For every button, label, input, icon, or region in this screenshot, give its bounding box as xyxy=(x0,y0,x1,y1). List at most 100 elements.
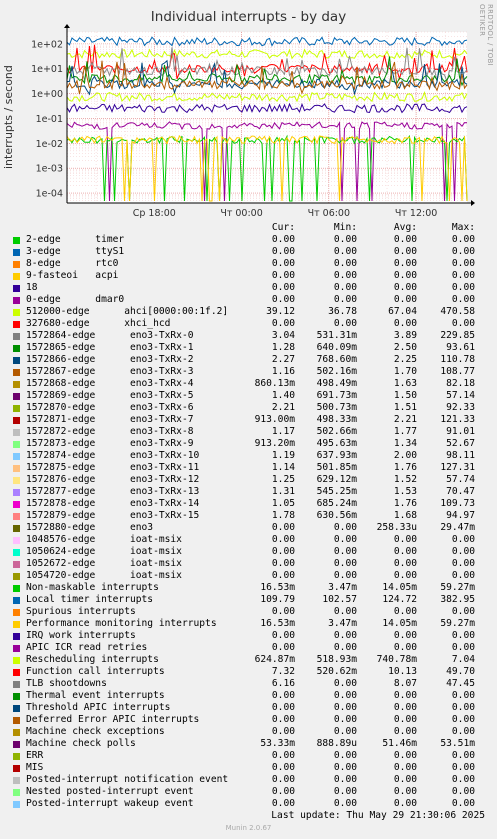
legend-swatch xyxy=(13,741,20,748)
legend-label: Thermal event interrupts xyxy=(26,690,165,701)
legend-label: Local timer interrupts xyxy=(26,594,154,605)
legend-row: 1572878-edge eno3-TxRx-14 1.05 685.24m 1.76… xyxy=(0,498,497,510)
legend-label: 2-edge timer xyxy=(26,234,125,245)
legend-row: 8-edge rtc0 0.00 0.00 0.00 0.00 xyxy=(0,258,497,270)
y-tick-label: 1e-02 xyxy=(36,139,63,150)
legend-row: 18 0.00 0.00 0.00 0.00 xyxy=(0,282,497,294)
legend-row: Rescheduling interrupts 624.87m 518.93m 740… xyxy=(0,654,497,666)
legend-max-value: 29.47m xyxy=(440,522,475,533)
legend-swatch xyxy=(13,801,20,808)
legend-label: 1052672-edge ioat-msix xyxy=(26,558,182,569)
legend-row: Spurious interrupts 0.00 0.00 0.00 0.00 xyxy=(0,606,497,618)
legend-label: 1572866-edge eno3-TxRx-2 xyxy=(26,354,194,365)
legend-swatch xyxy=(13,657,20,664)
legend-cur-value: 0.00 xyxy=(271,750,295,761)
legend-label: Performance monitoring interrupts xyxy=(26,618,217,629)
legend-row: 1572864-edge eno3-TxRx-0 3.04 531.31m 3.89 2… xyxy=(0,330,497,342)
legend-max-value: 49.70 xyxy=(446,666,475,677)
legend-label: 8-edge rtc0 xyxy=(26,258,119,269)
legend-cur-value: 0.00 xyxy=(271,726,295,737)
legend-swatch xyxy=(13,777,20,784)
x-tick-label: Чт 12:00 xyxy=(395,208,437,219)
legend-row: 1048576-edge ioat-msix 0.00 0.00 0.00 0.00 xyxy=(0,534,497,546)
legend-row: 1572877-edge eno3-TxRx-13 1.31 545.25m 1.53… xyxy=(0,486,497,498)
legend-cur-value: 0.00 xyxy=(271,606,295,617)
legend-max-value: 0.00 xyxy=(451,270,475,281)
legend-label: MIS xyxy=(26,762,44,773)
legend-cur-value: 0.00 xyxy=(271,246,295,257)
legend-cur-value: 1.05 xyxy=(271,498,295,509)
legend-label: 327680-edge xhci_hcd xyxy=(26,318,171,329)
legend-swatch xyxy=(13,633,20,640)
legend-label: 1572864-edge eno3-TxRx-0 xyxy=(26,330,194,341)
legend-cur-value: 6.16 xyxy=(271,678,295,689)
x-tick-label: Чт 00:00 xyxy=(220,208,262,219)
legend-cur-value: 0.00 xyxy=(271,558,295,569)
legend-swatch xyxy=(13,621,20,628)
legend-swatch xyxy=(13,789,20,796)
legend-cur-value: 16.53m xyxy=(260,618,295,629)
legend-row: 0-edge dmar0 0.00 0.00 0.00 0.00 xyxy=(0,294,497,306)
legend-label: 18 xyxy=(26,282,38,293)
legend-max-value: 91.01 xyxy=(446,426,475,437)
legend-row: 1052672-edge ioat-msix 0.00 0.00 0.00 0.00 xyxy=(0,558,497,570)
legend-max-value: 0.00 xyxy=(451,558,475,569)
legend-cur-value: 0.00 xyxy=(271,798,295,809)
legend-row: 1572869-edge eno3-TxRx-5 1.40 691.73m 1.50 5… xyxy=(0,390,497,402)
legend-cur-value: 0.00 xyxy=(271,258,295,269)
legend-swatch xyxy=(13,309,20,316)
header-cur: Cur: xyxy=(271,222,295,233)
legend-label: Posted-interrupt wakeup event xyxy=(26,798,194,809)
legend-max-value: 98.11 xyxy=(446,450,475,461)
legend-cur-value: 0.00 xyxy=(271,774,295,785)
legend-swatch xyxy=(13,429,20,436)
legend-swatch xyxy=(13,693,20,700)
legend-swatch xyxy=(13,465,20,472)
legend-row: 1572880-edge eno3 0.00 0.00 258.33u 29.47m xyxy=(0,522,497,534)
legend-label: 1572865-edge eno3-TxRx-1 xyxy=(26,342,194,353)
legend-max-value: 0.00 xyxy=(451,714,475,725)
legend-label: 1572873-edge eno3-TxRx-9 xyxy=(26,438,194,449)
legend-label: 512000-edge ahci[0000:00:1f.2] xyxy=(26,306,229,317)
legend-cur-value: 1.19 xyxy=(271,450,295,461)
chart-plot: 1e+02 1e+01 1e+00 1e-01 1e-02 1e-03 1e-04 Ср 18… xyxy=(31,24,475,219)
legend-cur-value: 0.00 xyxy=(271,318,295,329)
y-tick-label: 1e-04 xyxy=(36,189,63,200)
legend-max-value: 57.74 xyxy=(446,474,475,485)
legend-cur-value: 1.31 xyxy=(271,486,295,497)
legend-swatch xyxy=(13,489,20,496)
legend-row: Local timer interrupts 109.79 102.57 124.72… xyxy=(0,594,497,606)
legend-cur-value: 3.04 xyxy=(271,330,295,341)
legend-row: 9-fasteoi acpi 0.00 0.00 0.00 0.00 xyxy=(0,270,497,282)
legend-cur-value: 0.00 xyxy=(271,234,295,245)
legend-swatch xyxy=(13,417,20,424)
legend-cur-value: 0.00 xyxy=(271,570,295,581)
legend-label: 1572868-edge eno3-TxRx-4 xyxy=(26,378,194,389)
legend-max-value: 53.51m xyxy=(440,738,475,749)
legend-cur-value: 16.53m xyxy=(260,582,295,593)
legend-swatch xyxy=(13,285,20,292)
legend-max-value: 0.00 xyxy=(451,318,475,329)
legend-max-value: 0.00 xyxy=(451,774,475,785)
legend-max-value: 0.00 xyxy=(451,294,475,305)
x-axis-arrow xyxy=(471,200,475,206)
legend-label: 1572867-edge eno3-TxRx-3 xyxy=(26,366,194,377)
legend-row: IRQ work interrupts 0.00 0.00 0.00 0.00 xyxy=(0,630,497,642)
legend-max-value: 110.78 xyxy=(440,354,475,365)
legend-row: 1050624-edge ioat-msix 0.00 0.00 0.00 0.00 xyxy=(0,546,497,558)
legend-cur-value: 0.00 xyxy=(271,270,295,281)
legend-row: 327680-edge xhci_hcd 0.00 0.00 0.00 0.00 xyxy=(0,318,497,330)
legend-cur-value: 0.00 xyxy=(271,294,295,305)
legend-max-value: 0.00 xyxy=(451,570,475,581)
legend-swatch xyxy=(13,369,20,376)
legend-swatch xyxy=(13,573,20,580)
y-tick-label: 1e+01 xyxy=(31,64,63,75)
legend-cur-value: 109.79 xyxy=(260,594,295,605)
legend-swatch xyxy=(13,441,20,448)
legend-label: 1572879-edge eno3-TxRx-15 xyxy=(26,510,200,521)
legend-label: 1572877-edge eno3-TxRx-13 xyxy=(26,486,200,497)
legend-max-value: 7.04 xyxy=(451,654,475,665)
legend-row: Nested posted-interrupt event 0.00 0.00 0.0… xyxy=(0,786,497,798)
legend-label: 9-fasteoi acpi xyxy=(26,270,119,281)
legend-max-value: 0.00 xyxy=(451,750,475,761)
